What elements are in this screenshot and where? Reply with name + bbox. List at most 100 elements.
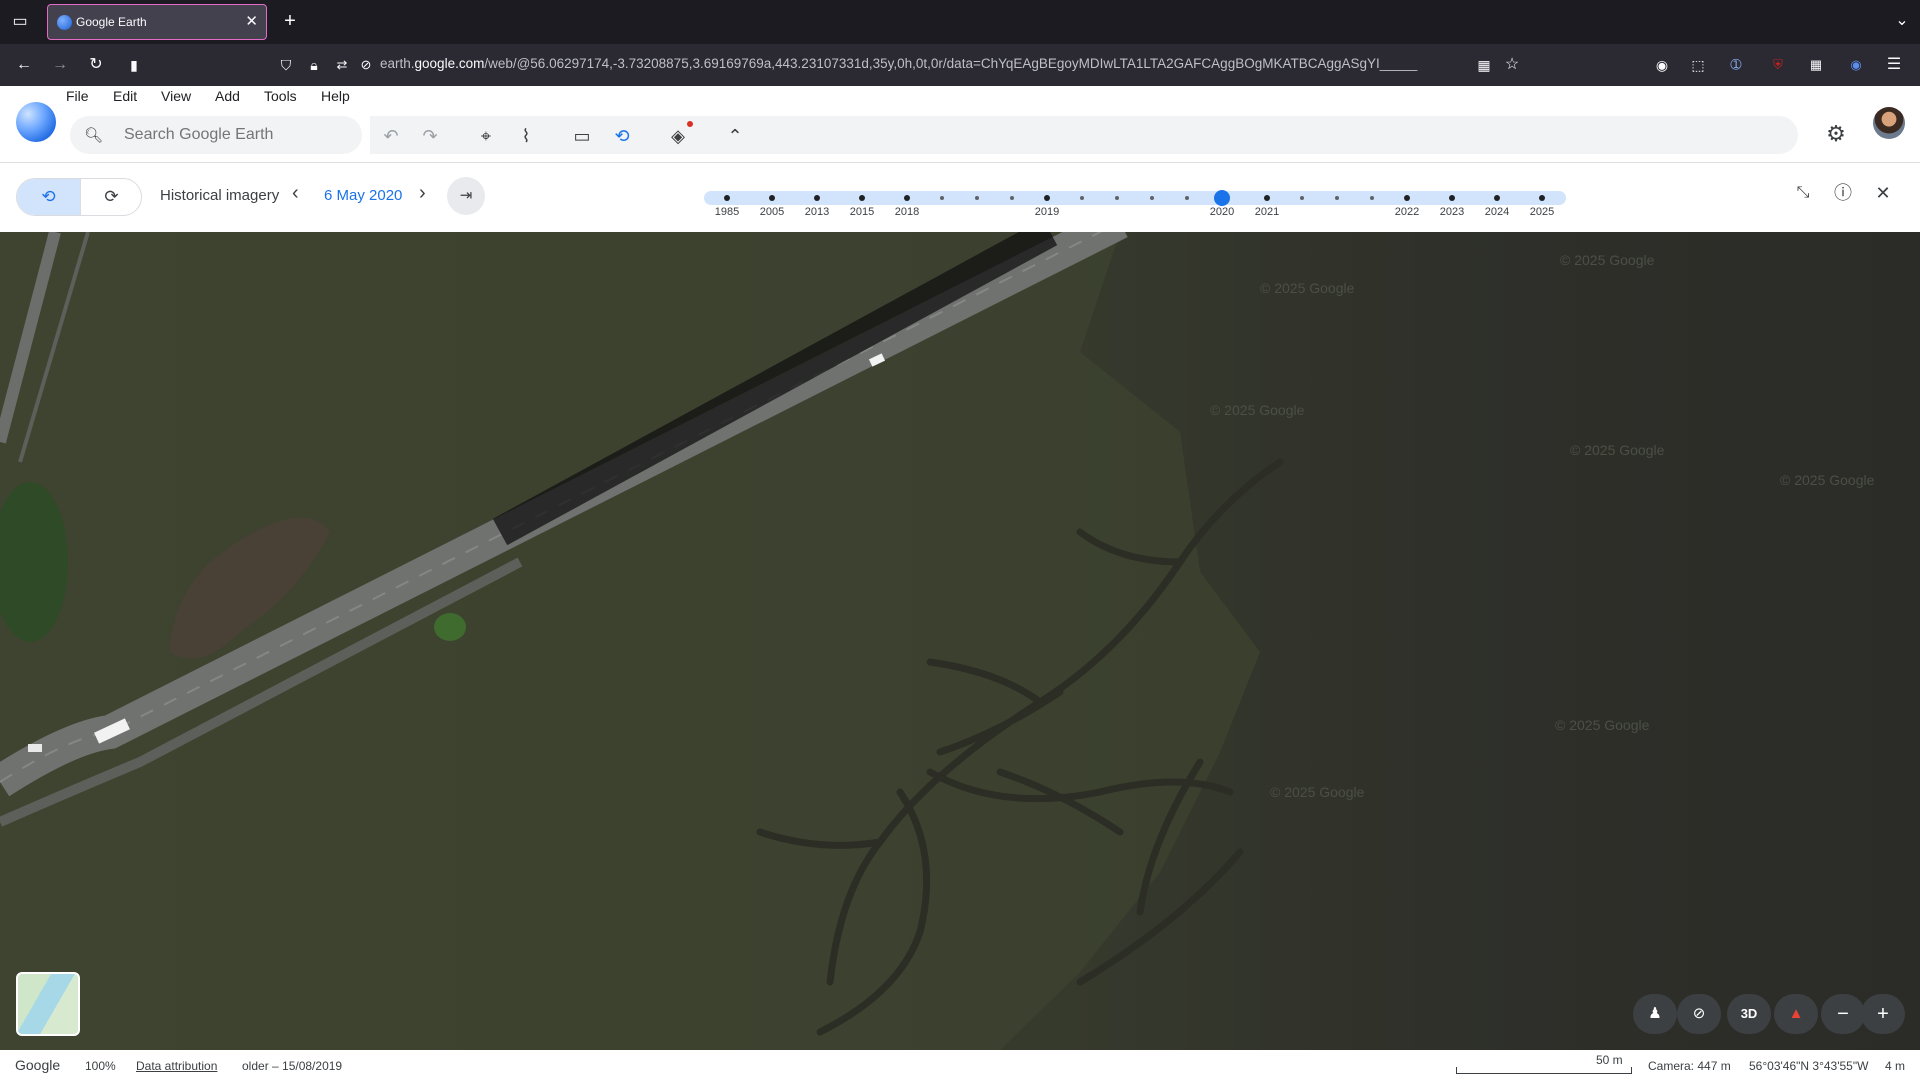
app-menu-icon[interactable]: ☰ <box>1884 55 1904 75</box>
selected-date[interactable]: 6 May 2020 <box>324 187 402 204</box>
jump-to-latest-button[interactable]: ⇥ <box>447 177 485 215</box>
draw-path-icon[interactable]: ⌇ <box>514 124 538 148</box>
previous-date-chevron-icon[interactable]: ‹ <box>292 182 299 205</box>
measure-ruler-icon[interactable]: ▭ <box>570 124 594 148</box>
password-manager-icon[interactable]: ➀ <box>1726 55 1746 75</box>
url-path: /web/@56.06297174,-3.73208875,3.69169769… <box>484 56 1418 71</box>
tilt-toggle-icon[interactable]: ⊘ <box>1677 994 1721 1034</box>
camera-altitude: Camera: 447 m <box>1648 1059 1731 1073</box>
map-watermark: © 2025 Google <box>1555 717 1650 733</box>
timeline-dot-2013[interactable] <box>814 195 820 201</box>
timeline-tick[interactable] <box>1370 196 1374 200</box>
url-bar[interactable]: earth.google.com/web/@56.06297174,-3.732… <box>380 56 1417 71</box>
timeline-dot-2019[interactable] <box>1044 195 1050 201</box>
menu-edit[interactable]: Edit <box>113 88 137 104</box>
timeline-dot-1985[interactable] <box>724 195 730 201</box>
google-earth-logo-icon[interactable] <box>16 102 56 142</box>
undo-icon[interactable]: ↶ <box>379 124 403 148</box>
bookmark-star-icon[interactable]: ☆ <box>1502 55 1522 75</box>
timeline-tick[interactable] <box>1150 196 1154 200</box>
timeline-dot-2025[interactable] <box>1539 195 1545 201</box>
zoom-level: 100% <box>85 1059 116 1073</box>
reload-icon[interactable]: ↻ <box>84 55 108 75</box>
shield-icon[interactable]: ⛉ <box>276 55 296 75</box>
settings-gear-icon[interactable]: ⚙ <box>1824 122 1848 146</box>
date-timeline-track[interactable] <box>704 190 1566 206</box>
close-historical-icon[interactable]: ✕ <box>1871 181 1895 205</box>
timeline-dot-2023[interactable] <box>1449 195 1455 201</box>
year-label: 2023 <box>1439 206 1465 218</box>
timeline-tick[interactable] <box>1115 196 1119 200</box>
timeline-tick[interactable] <box>975 196 979 200</box>
close-tab-icon[interactable]: ✕ <box>245 12 258 30</box>
timeline-tick[interactable] <box>1185 196 1189 200</box>
permissions-icon[interactable]: ⇄ <box>332 55 352 75</box>
qr-code-icon[interactable]: ▦ <box>1474 55 1494 75</box>
back-icon[interactable]: ← <box>12 55 36 75</box>
scale-label: 50 m <box>1596 1053 1623 1067</box>
3d-toggle-button[interactable]: 3D <box>1727 994 1771 1034</box>
menu-add[interactable]: Add <box>215 88 240 104</box>
menu-view[interactable]: View <box>161 88 191 104</box>
zoom-in-icon[interactable]: + <box>1861 994 1905 1034</box>
ublock-icon[interactable]: ⛨ <box>1768 55 1788 75</box>
timeline-dot-2005[interactable] <box>769 195 775 201</box>
menu-tools[interactable]: Tools <box>264 88 297 104</box>
year-label: 1985 <box>714 206 740 218</box>
historical-imagery-icon[interactable]: ⟲ <box>610 124 634 148</box>
map-layers-icon[interactable]: ◈ <box>666 124 690 148</box>
timeline-tick[interactable] <box>1300 196 1304 200</box>
year-label: 2013 <box>804 206 830 218</box>
extension-circle-icon[interactable]: ◉ <box>1846 55 1866 75</box>
timeline-dot-2018[interactable] <box>904 195 910 201</box>
next-date-chevron-icon[interactable]: › <box>419 182 426 205</box>
timeline-dot-2021[interactable] <box>1264 195 1270 201</box>
collapse-toolbar-chevron-icon[interactable]: ⌃ <box>723 124 747 148</box>
timeline-dot-2015[interactable] <box>859 195 865 201</box>
account-icon[interactable]: ◉ <box>1652 55 1672 75</box>
satellite-imagery <box>0 232 1920 1050</box>
map-viewport[interactable]: © 2025 Google © 2025 Google © 2025 Googl… <box>0 232 1920 1050</box>
timeline-tick[interactable] <box>1335 196 1339 200</box>
imagery-mode-toggle[interactable]: ⟲ ⟳ <box>16 178 142 216</box>
timeline-tick[interactable] <box>940 196 944 200</box>
timeline-tick[interactable] <box>1010 196 1014 200</box>
current-mode-icon[interactable]: ⟳ <box>80 179 141 215</box>
apps-grid-icon[interactable]: ▦ <box>1806 55 1826 75</box>
tab-overflow-chevron-icon[interactable]: ⌄ <box>1892 11 1912 31</box>
timeline-selected-handle[interactable] <box>1214 190 1230 206</box>
search-box[interactable]: 🔍︎ <box>70 116 362 154</box>
redo-icon[interactable]: ↷ <box>418 124 442 148</box>
compass-icon[interactable]: ▲ <box>1774 994 1818 1034</box>
data-attribution-link[interactable]: Data attribution <box>136 1059 217 1073</box>
zoom-out-icon[interactable]: − <box>1821 994 1865 1034</box>
new-tab-icon[interactable]: + <box>280 11 300 31</box>
historical-imagery-label: Historical imagery <box>160 187 280 204</box>
page-icon: ▮ <box>130 57 138 73</box>
menu-help[interactable]: Help <box>321 88 350 104</box>
add-placemark-icon[interactable]: ⌖ <box>474 124 498 148</box>
historical-mode-icon[interactable]: ⟲ <box>17 179 81 215</box>
cursor-coordinates: 56°03'46"N 3°43'55"W <box>1749 1059 1869 1073</box>
search-input[interactable] <box>122 125 346 145</box>
map-watermark: © 2025 Google <box>1780 472 1875 488</box>
mini-map-thumbnail[interactable] <box>16 972 80 1036</box>
forward-icon[interactable]: → <box>48 55 72 75</box>
extensions-puzzle-icon[interactable]: ⬚ <box>1688 55 1708 75</box>
earth-header: File Edit View Add Tools Help 🔍︎ ↶ ↷ ⌖ ⌇… <box>0 86 1920 233</box>
tracking-off-icon[interactable]: ⊘ <box>356 55 376 75</box>
lock-icon[interactable]: 🔒︎ <box>304 55 324 75</box>
street-view-pegman-icon[interactable]: ♟ <box>1633 994 1677 1034</box>
year-label: 2018 <box>894 206 920 218</box>
browser-tab-google-earth[interactable]: Google Earth ✕ <box>47 4 267 40</box>
timeline-dot-2024[interactable] <box>1494 195 1500 201</box>
year-label: 2021 <box>1254 206 1280 218</box>
timeline-tick[interactable] <box>1080 196 1084 200</box>
menu-file[interactable]: File <box>66 88 89 104</box>
tab-list-icon[interactable]: ▭ <box>10 12 30 32</box>
timeline-dot-2022[interactable] <box>1404 195 1410 201</box>
user-avatar[interactable] <box>1873 107 1905 139</box>
help-icon[interactable]: ⓘ <box>1831 181 1855 205</box>
layers-notification-dot <box>687 121 693 127</box>
collapse-timeline-icon[interactable]: ⤡ <box>1791 181 1815 205</box>
